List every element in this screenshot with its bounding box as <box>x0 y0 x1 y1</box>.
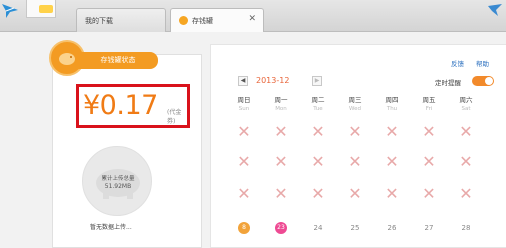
missed-day-icon[interactable]: ✕ <box>419 184 439 204</box>
bird-icon[interactable] <box>484 0 506 20</box>
app-bird-logo[interactable] <box>0 0 22 22</box>
calendar-day-23[interactable]: 23 <box>271 218 291 238</box>
weekday-header: 周六 Sat <box>459 96 473 112</box>
mini-window-preview[interactable] <box>26 0 56 18</box>
missed-day-icon[interactable]: ✕ <box>308 152 328 172</box>
missed-day-icon[interactable]: ✕ <box>382 122 402 142</box>
missed-day-icon[interactable]: ✕ <box>271 152 291 172</box>
missed-day-icon[interactable]: ✕ <box>234 152 254 172</box>
weekday-header: 周一 Mon <box>274 96 288 112</box>
piggy-bank-icon <box>59 53 75 65</box>
tab-piggy-bank[interactable]: 存钱罐 ✕ <box>170 8 264 32</box>
missed-day-icon[interactable]: ✕ <box>456 184 476 204</box>
missed-day-icon[interactable]: ✕ <box>419 122 439 142</box>
missed-day-icon[interactable]: ✕ <box>456 152 476 172</box>
upload-total-value: 51.92MB <box>104 183 132 190</box>
calendar-day-24[interactable]: 24 <box>308 218 328 238</box>
missed-day-icon[interactable]: ✕ <box>308 184 328 204</box>
missed-day-icon[interactable]: ✕ <box>456 122 476 142</box>
missed-day-icon[interactable]: ✕ <box>345 152 365 172</box>
balance-amount: ¥0.17 <box>83 90 158 121</box>
missed-day-icon[interactable]: ✕ <box>234 122 254 142</box>
weekday-header: 周四 Thu <box>385 96 399 112</box>
calendar-day-8[interactable]: 8 <box>234 218 254 238</box>
calendar-day-27[interactable]: 27 <box>419 218 439 238</box>
calendar-day-28[interactable]: 28 <box>456 218 476 238</box>
prev-month-button[interactable]: ◀ <box>238 76 248 86</box>
tab-label: 我的下载 <box>85 17 113 25</box>
no-data-text: 暂无数据上传... <box>90 224 132 231</box>
upload-total-label: 累计上传总量 <box>101 176 135 182</box>
coin-icon <box>179 16 188 25</box>
reminder-label: 定时提醒 <box>435 79 461 87</box>
weekday-header: 周日 Sun <box>237 96 251 112</box>
weekday-header: 周三 Wed <box>348 96 362 112</box>
amount-unit: (代金券) <box>167 109 182 125</box>
piggy-status-label: 存钱罐状态 <box>78 52 158 69</box>
next-month-button[interactable]: ▶ <box>312 76 322 86</box>
amount-highlight-box: ¥0.17 (代金券) <box>76 84 190 128</box>
missed-day-icon[interactable]: ✕ <box>419 152 439 172</box>
weekday-header: 周二 Tue <box>311 96 325 112</box>
missed-day-icon[interactable]: ✕ <box>234 184 254 204</box>
weekday-header: 周五 Fri <box>422 96 436 112</box>
close-icon[interactable]: ✕ <box>248 14 256 24</box>
missed-day-icon[interactable]: ✕ <box>382 152 402 172</box>
missed-day-icon[interactable]: ✕ <box>345 122 365 142</box>
missed-day-icon[interactable]: ✕ <box>345 184 365 204</box>
missed-day-icon[interactable]: ✕ <box>271 184 291 204</box>
tab-my-downloads[interactable]: 我的下载 <box>76 8 166 32</box>
tab-label: 存钱罐 <box>192 17 213 25</box>
month-label: 2013-12 <box>256 76 290 85</box>
calendar-day-25[interactable]: 25 <box>345 218 365 238</box>
help-link[interactable]: 帮助 <box>476 58 489 68</box>
missed-day-icon[interactable]: ✕ <box>382 184 402 204</box>
missed-day-icon[interactable]: ✕ <box>271 122 291 142</box>
upload-total-circle: 累计上传总量 51.92MB <box>82 146 152 216</box>
reminder-toggle[interactable] <box>472 76 494 86</box>
missed-day-icon[interactable]: ✕ <box>308 122 328 142</box>
feedback-link[interactable]: 反馈 <box>451 58 464 68</box>
calendar-day-26[interactable]: 26 <box>382 218 402 238</box>
piggy-bank-silhouette-icon <box>96 169 140 199</box>
